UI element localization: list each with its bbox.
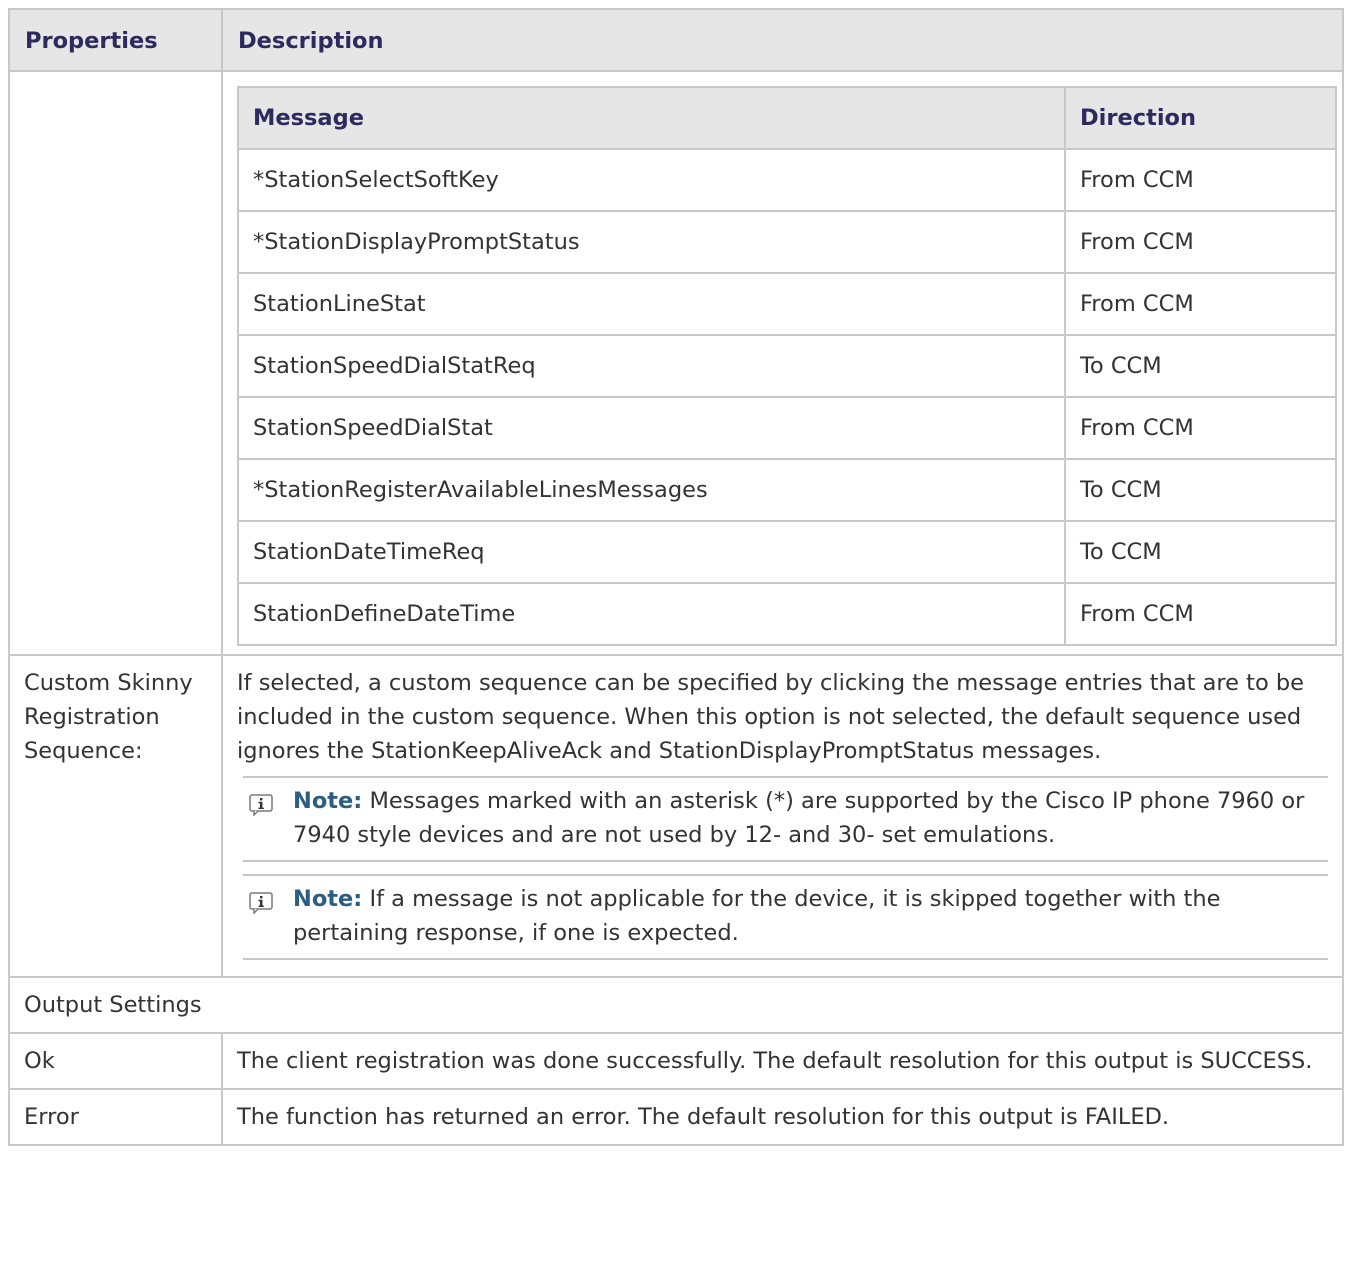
direction-cell: From CCM: [1064, 272, 1337, 336]
direction-cell: From CCM: [1064, 582, 1337, 646]
properties-table: Properties Description Message Direction: [8, 8, 1344, 1146]
table-row: StationDefineDateTime From CCM: [237, 582, 1337, 646]
note-not-applicable: Note: If a message is not applicable for…: [243, 874, 1328, 960]
table-row: StationLineStat From CCM: [237, 272, 1337, 336]
direction-cell: From CCM: [1064, 396, 1337, 460]
info-icon: [249, 794, 273, 816]
direction-cell: To CCM: [1064, 458, 1337, 522]
custom-sequence-description: If selected, a custom sequence can be sp…: [237, 670, 1304, 764]
message-column-header: Message: [237, 86, 1066, 150]
direction-column-header: Direction: [1064, 86, 1337, 150]
note-asterisk: Note: Messages marked with an asterisk (…: [243, 776, 1328, 862]
note-text: Messages marked with an asterisk (*) are…: [293, 788, 1305, 848]
description-column-header: Description: [221, 8, 1344, 72]
properties-column-header: Properties: [8, 8, 223, 72]
note-label: Note:: [293, 788, 363, 814]
info-icon: [249, 892, 273, 914]
output-description: The function has returned an error. The …: [221, 1088, 1344, 1146]
message-cell: StationSpeedDialStatReq: [237, 334, 1066, 398]
custom-sequence-description-cell: If selected, a custom sequence can be sp…: [221, 654, 1344, 978]
output-settings-label: Output Settings: [8, 976, 1344, 1034]
direction-cell: To CCM: [1064, 334, 1337, 398]
table-row: *StationSelectSoftKey From CCM: [237, 148, 1337, 212]
messages-property-cell: [8, 70, 223, 656]
properties-table-header: Properties Description: [8, 8, 1344, 72]
table-row: *StationRegisterAvailableLinesMessages T…: [237, 458, 1337, 522]
output-property: Error: [8, 1088, 223, 1146]
message-cell: StationDateTimeReq: [237, 520, 1066, 584]
message-cell: *StationDisplayPromptStatus: [237, 210, 1066, 274]
output-settings-row: Output Settings: [8, 976, 1344, 1034]
output-description: The client registration was done success…: [221, 1032, 1344, 1090]
direction-cell: From CCM: [1064, 210, 1337, 274]
message-cell: *StationSelectSoftKey: [237, 148, 1066, 212]
table-row: StationDateTimeReq To CCM: [237, 520, 1337, 584]
messages-description-cell: Message Direction *StationSelectSoftKey …: [221, 70, 1344, 656]
note-body: Note: If a message is not applicable for…: [293, 882, 1328, 950]
output-property: Ok: [8, 1032, 223, 1090]
messages-table: Message Direction *StationSelectSoftKey …: [237, 86, 1337, 646]
note-body: Note: Messages marked with an asterisk (…: [293, 784, 1328, 852]
note-label: Note:: [293, 886, 363, 912]
output-row-ok: Ok The client registration was done succ…: [8, 1032, 1344, 1090]
message-cell: StationDefineDateTime: [237, 582, 1066, 646]
messages-row: Message Direction *StationSelectSoftKey …: [8, 70, 1344, 656]
document-page: Properties Description Message Direction: [0, 0, 1351, 1262]
table-row: StationSpeedDialStat From CCM: [237, 396, 1337, 460]
direction-cell: From CCM: [1064, 148, 1337, 212]
custom-sequence-property: Custom Skinny Registration Sequence:: [8, 654, 223, 978]
output-row-error: Error The function has returned an error…: [8, 1088, 1344, 1146]
custom-sequence-row: Custom Skinny Registration Sequence: If …: [8, 654, 1344, 978]
message-cell: StationLineStat: [237, 272, 1066, 336]
message-cell: StationSpeedDialStat: [237, 396, 1066, 460]
table-row: StationSpeedDialStatReq To CCM: [237, 334, 1337, 398]
note-text: If a message is not applicable for the d…: [293, 886, 1221, 946]
message-cell: *StationRegisterAvailableLinesMessages: [237, 458, 1066, 522]
messages-table-header: Message Direction: [237, 86, 1337, 150]
table-row: *StationDisplayPromptStatus From CCM: [237, 210, 1337, 274]
direction-cell: To CCM: [1064, 520, 1337, 584]
